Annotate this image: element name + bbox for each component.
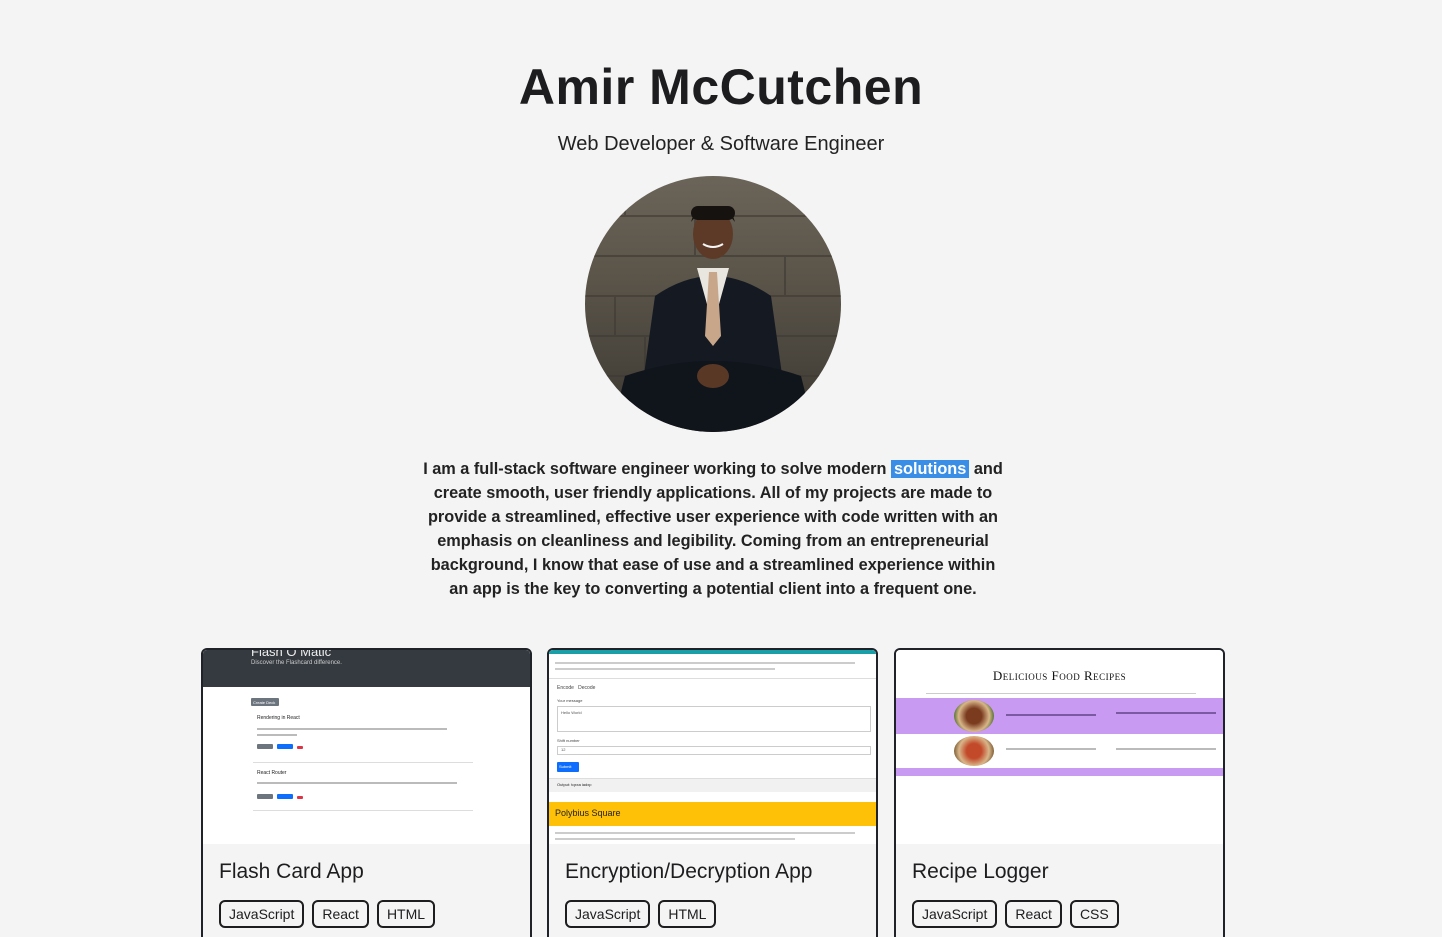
thumb-output: Output: tqxxa iadxp: [557, 782, 592, 787]
page-subtitle: Web Developer & Software Engineer: [557, 133, 885, 155]
tag-list: JavaScript React HTML: [219, 900, 436, 928]
tag-list: JavaScript HTML: [565, 900, 717, 928]
thumb-message-value: Hello World: [561, 710, 582, 715]
tag-javascript: JavaScript: [912, 900, 998, 928]
project-card-encryption[interactable]: Encode Decode Your message Hello World S…: [547, 648, 878, 937]
thumb-deck-2: React Router: [257, 770, 287, 776]
thumb-deck-1: Rendering in React: [257, 715, 300, 721]
project-card-flash-card[interactable]: Flash O Matic Discover the Flashcard dif…: [201, 648, 532, 937]
profile-photo: [585, 176, 841, 432]
thumb-shift-label: Shift number: [557, 738, 580, 743]
tag-list: JavaScript React CSS: [912, 900, 1119, 928]
bio-text-rest: and create smooth, user friendly applica…: [427, 460, 1003, 598]
tag-javascript: JavaScript: [565, 900, 651, 928]
tag-html: HTML: [376, 900, 436, 928]
thumb-create-deck: Create Deck: [251, 698, 279, 706]
tag-react: React: [1005, 900, 1062, 928]
tag-css: CSS: [1069, 900, 1119, 928]
project-title: Encryption/Decryption App: [565, 860, 813, 883]
tag-react: React: [312, 900, 369, 928]
page-title: Amir McCutchen: [518, 59, 924, 115]
project-thumbnail[interactable]: Delicious Food Recipes: [896, 650, 1223, 844]
bio-text-start: I am a full-stack software engineer work…: [423, 460, 891, 478]
selected-text: solutions: [890, 460, 970, 478]
project-title: Recipe Logger: [912, 860, 1049, 883]
thumb-heading: Flash O Matic: [251, 650, 332, 659]
thumb-heading: Delicious Food Recipes: [992, 668, 1127, 683]
thumb-subheading: Discover the Flashcard difference.: [251, 660, 342, 666]
project-title: Flash Card App: [219, 860, 364, 883]
thumb-submit: Submit: [557, 762, 579, 772]
thumb-decode: Decode: [578, 685, 596, 691]
project-thumbnail[interactable]: Flash O Matic Discover the Flashcard dif…: [203, 650, 530, 844]
project-thumbnail[interactable]: Encode Decode Your message Hello World S…: [549, 650, 876, 844]
thumb-shift-value: 12: [561, 747, 566, 752]
tag-html: HTML: [658, 900, 717, 928]
thumb-encode: Encode: [557, 685, 574, 691]
bio-text: I am a full-stack software engineer work…: [421, 457, 1005, 601]
project-card-recipe-logger[interactable]: Delicious Food Recipes Recipe Logger Jav…: [894, 648, 1225, 937]
tag-javascript: JavaScript: [219, 900, 305, 928]
thumb-message-label: Your message: [557, 698, 583, 703]
thumb-polybius-heading: Polybius Square: [549, 802, 876, 826]
